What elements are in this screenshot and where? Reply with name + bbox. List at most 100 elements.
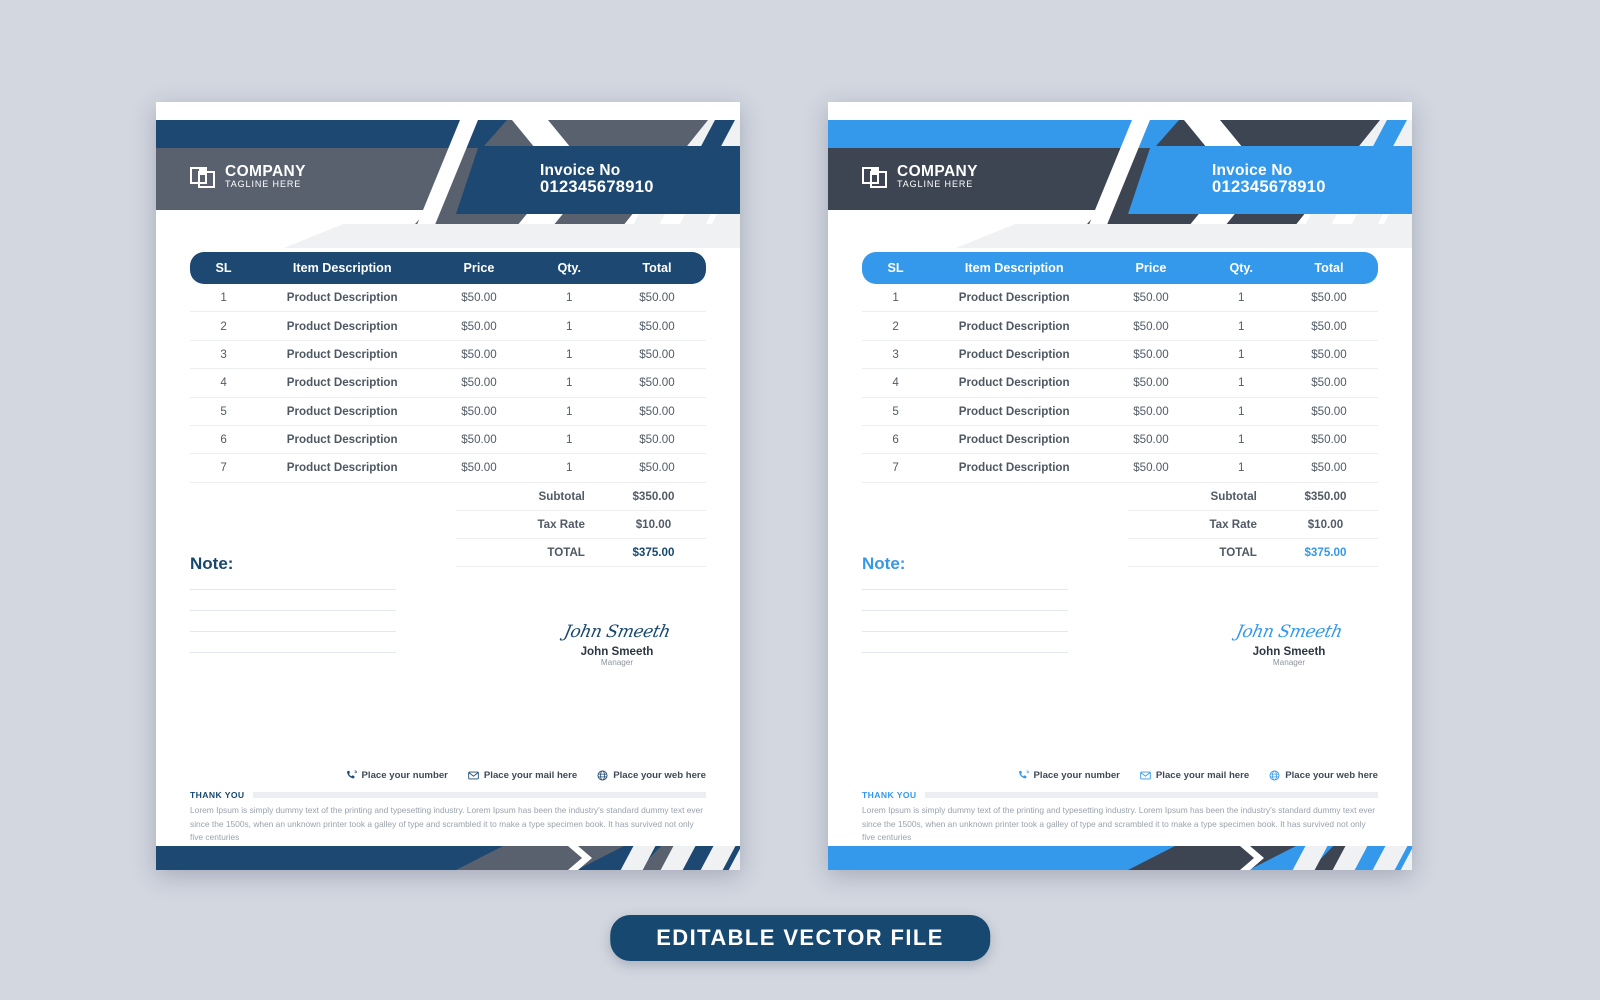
- table-cell: 1: [530, 368, 608, 398]
- poster-canvas: Invoice No 012345678910 COMPANY TAGLINE …: [0, 0, 1600, 1000]
- table-cell: $50.00: [427, 368, 531, 398]
- table-cell: 3: [190, 340, 258, 370]
- invoice-sheet-blue: Invoice No 012345678910 COMPANY TAGLINE …: [828, 102, 1412, 870]
- signer-name: John Smeeth: [1252, 645, 1326, 658]
- table-header-row: SL Item Description Price Qty. Total: [190, 252, 706, 284]
- table-cell: $50.00: [427, 425, 531, 455]
- overlapping-squares-icon: [190, 164, 216, 190]
- note-line: [190, 652, 396, 653]
- table-cell: 5: [190, 397, 258, 426]
- note-section: Note:: [862, 554, 1068, 673]
- column-header-qty: Qty.: [530, 252, 608, 284]
- contact-row: Place your number Place your mail here Pla…: [190, 770, 706, 781]
- table-row: 7 Product Description $50.00 1 $50.00: [190, 453, 706, 483]
- signature-block: John Smeeth John Smeeth Manager: [542, 622, 692, 667]
- table-cell: 1: [530, 284, 608, 313]
- table-cell: $50.00: [1099, 340, 1203, 370]
- note-title: Note:: [190, 554, 234, 573]
- contact-item[interactable]: Place your number: [1018, 770, 1120, 781]
- column-header-price: Price: [1099, 252, 1203, 284]
- table-cell: $50.00: [427, 340, 531, 370]
- table-cell: $50.00: [1279, 368, 1378, 398]
- totals-value: $10.00: [635, 517, 672, 531]
- table-row: 6 Product Description $50.00 1 $50.00: [862, 425, 1378, 455]
- invoice-body: SL Item Description Price Qty. Total 1 Pr…: [156, 252, 740, 567]
- table-row: 3 Product Description $50.00 1 $50.00: [862, 340, 1378, 370]
- table-cell: 5: [862, 397, 930, 426]
- table-cell: $50.00: [607, 284, 706, 313]
- table-cell: 1: [1202, 425, 1280, 455]
- table-cell: Product Description: [929, 284, 1100, 313]
- table-head: SL Item Description Price Qty. Total: [862, 252, 1378, 284]
- table-cell: 1: [530, 453, 608, 483]
- contact-label: Place your mail here: [483, 770, 578, 781]
- invoice-no-value: 012345678910: [1212, 178, 1326, 197]
- column-header-item-description: Item Description: [929, 252, 1100, 284]
- thank-you-bar: [924, 792, 1378, 798]
- table-cell: $50.00: [1099, 284, 1203, 313]
- table-cell: $50.00: [607, 340, 706, 370]
- table-cell: Product Description: [257, 284, 428, 313]
- mail-icon: [468, 770, 479, 781]
- totals-value: $10.00: [1307, 517, 1344, 531]
- table-cell: $50.00: [1279, 284, 1378, 313]
- table-row: 2 Product Description $50.00 1 $50.00: [190, 311, 706, 341]
- table-cell: 4: [190, 368, 258, 398]
- totals-row: Subtotal $350.00: [1127, 483, 1378, 511]
- signer-name: John Smeeth: [580, 645, 654, 658]
- totals-value: $375.00: [632, 545, 675, 559]
- contact-label: Place your mail here: [1155, 770, 1250, 781]
- globe-icon: [1269, 770, 1280, 781]
- contact-item[interactable]: Place your number: [346, 770, 448, 781]
- table-cell: Product Description: [257, 368, 428, 398]
- totals-row: Tax Rate $10.00: [1127, 511, 1378, 539]
- totals-label: TOTAL: [547, 545, 585, 559]
- invoice-header: Invoice No 012345678910 COMPANY TAGLINE …: [156, 120, 740, 248]
- line-items-table: SL Item Description Price Qty. Total 1 Pr…: [190, 252, 706, 483]
- footer-chevron-outline: [1224, 846, 1284, 870]
- table-cell: $50.00: [607, 425, 706, 455]
- table-cell: $50.00: [1099, 453, 1203, 483]
- table-cell: 1: [1202, 284, 1280, 313]
- invoice-number-panel: Invoice No 012345678910: [456, 146, 740, 214]
- invoice-header: Invoice No 012345678910 COMPANY TAGLINE …: [828, 120, 1412, 248]
- note-title: Note:: [862, 554, 906, 573]
- table-cell: 6: [862, 425, 930, 455]
- line-items-table: SL Item Description Price Qty. Total 1 Pr…: [862, 252, 1378, 483]
- table-row: 2 Product Description $50.00 1 $50.00: [862, 311, 1378, 341]
- globe-icon: [597, 770, 608, 781]
- contact-item[interactable]: Place your web here: [1269, 770, 1378, 781]
- invoice-no-value: 012345678910: [540, 178, 654, 197]
- contact-item[interactable]: Place your mail here: [468, 770, 577, 781]
- table-cell: Product Description: [257, 397, 428, 426]
- note-line: [190, 589, 396, 590]
- totals-value: $350.00: [632, 489, 675, 503]
- note-line: [862, 589, 1068, 590]
- totals-row: TOTAL $375.00: [1127, 539, 1378, 567]
- table-body: 1 Product Description $50.00 1 $50.00 2 Produc…: [862, 284, 1378, 483]
- table-cell: Product Description: [929, 425, 1100, 455]
- table-head: SL Item Description Price Qty. Total: [190, 252, 706, 284]
- header-pale-underband: [284, 224, 740, 248]
- table-cell: $50.00: [1279, 453, 1378, 483]
- company-tagline: TAGLINE HERE: [225, 179, 302, 190]
- contact-item[interactable]: Place your mail here: [1140, 770, 1249, 781]
- column-header-item-description: Item Description: [257, 252, 428, 284]
- company-logo: COMPANY TAGLINE HERE: [190, 163, 306, 190]
- totals-label: TOTAL: [1219, 545, 1257, 559]
- column-header-sl: SL: [190, 252, 258, 284]
- table-cell: 1: [530, 425, 608, 455]
- contact-item[interactable]: Place your web here: [597, 770, 706, 781]
- totals-row: Tax Rate $10.00: [455, 511, 706, 539]
- contact-label: Place your number: [1033, 770, 1120, 781]
- thank-you-label: THANK YOU: [862, 790, 917, 800]
- invoice-number-panel: Invoice No 012345678910: [1128, 146, 1412, 214]
- totals-value: $375.00: [1304, 545, 1347, 559]
- note-line: [862, 652, 1068, 653]
- table-row: 4 Product Description $50.00 1 $50.00: [190, 368, 706, 398]
- footer-diagonal-stripes: [604, 846, 740, 870]
- totals-row: Subtotal $350.00: [455, 483, 706, 511]
- table-cell: $50.00: [1099, 425, 1203, 455]
- table-cell: $50.00: [1279, 340, 1378, 370]
- table-cell: 1: [530, 397, 608, 426]
